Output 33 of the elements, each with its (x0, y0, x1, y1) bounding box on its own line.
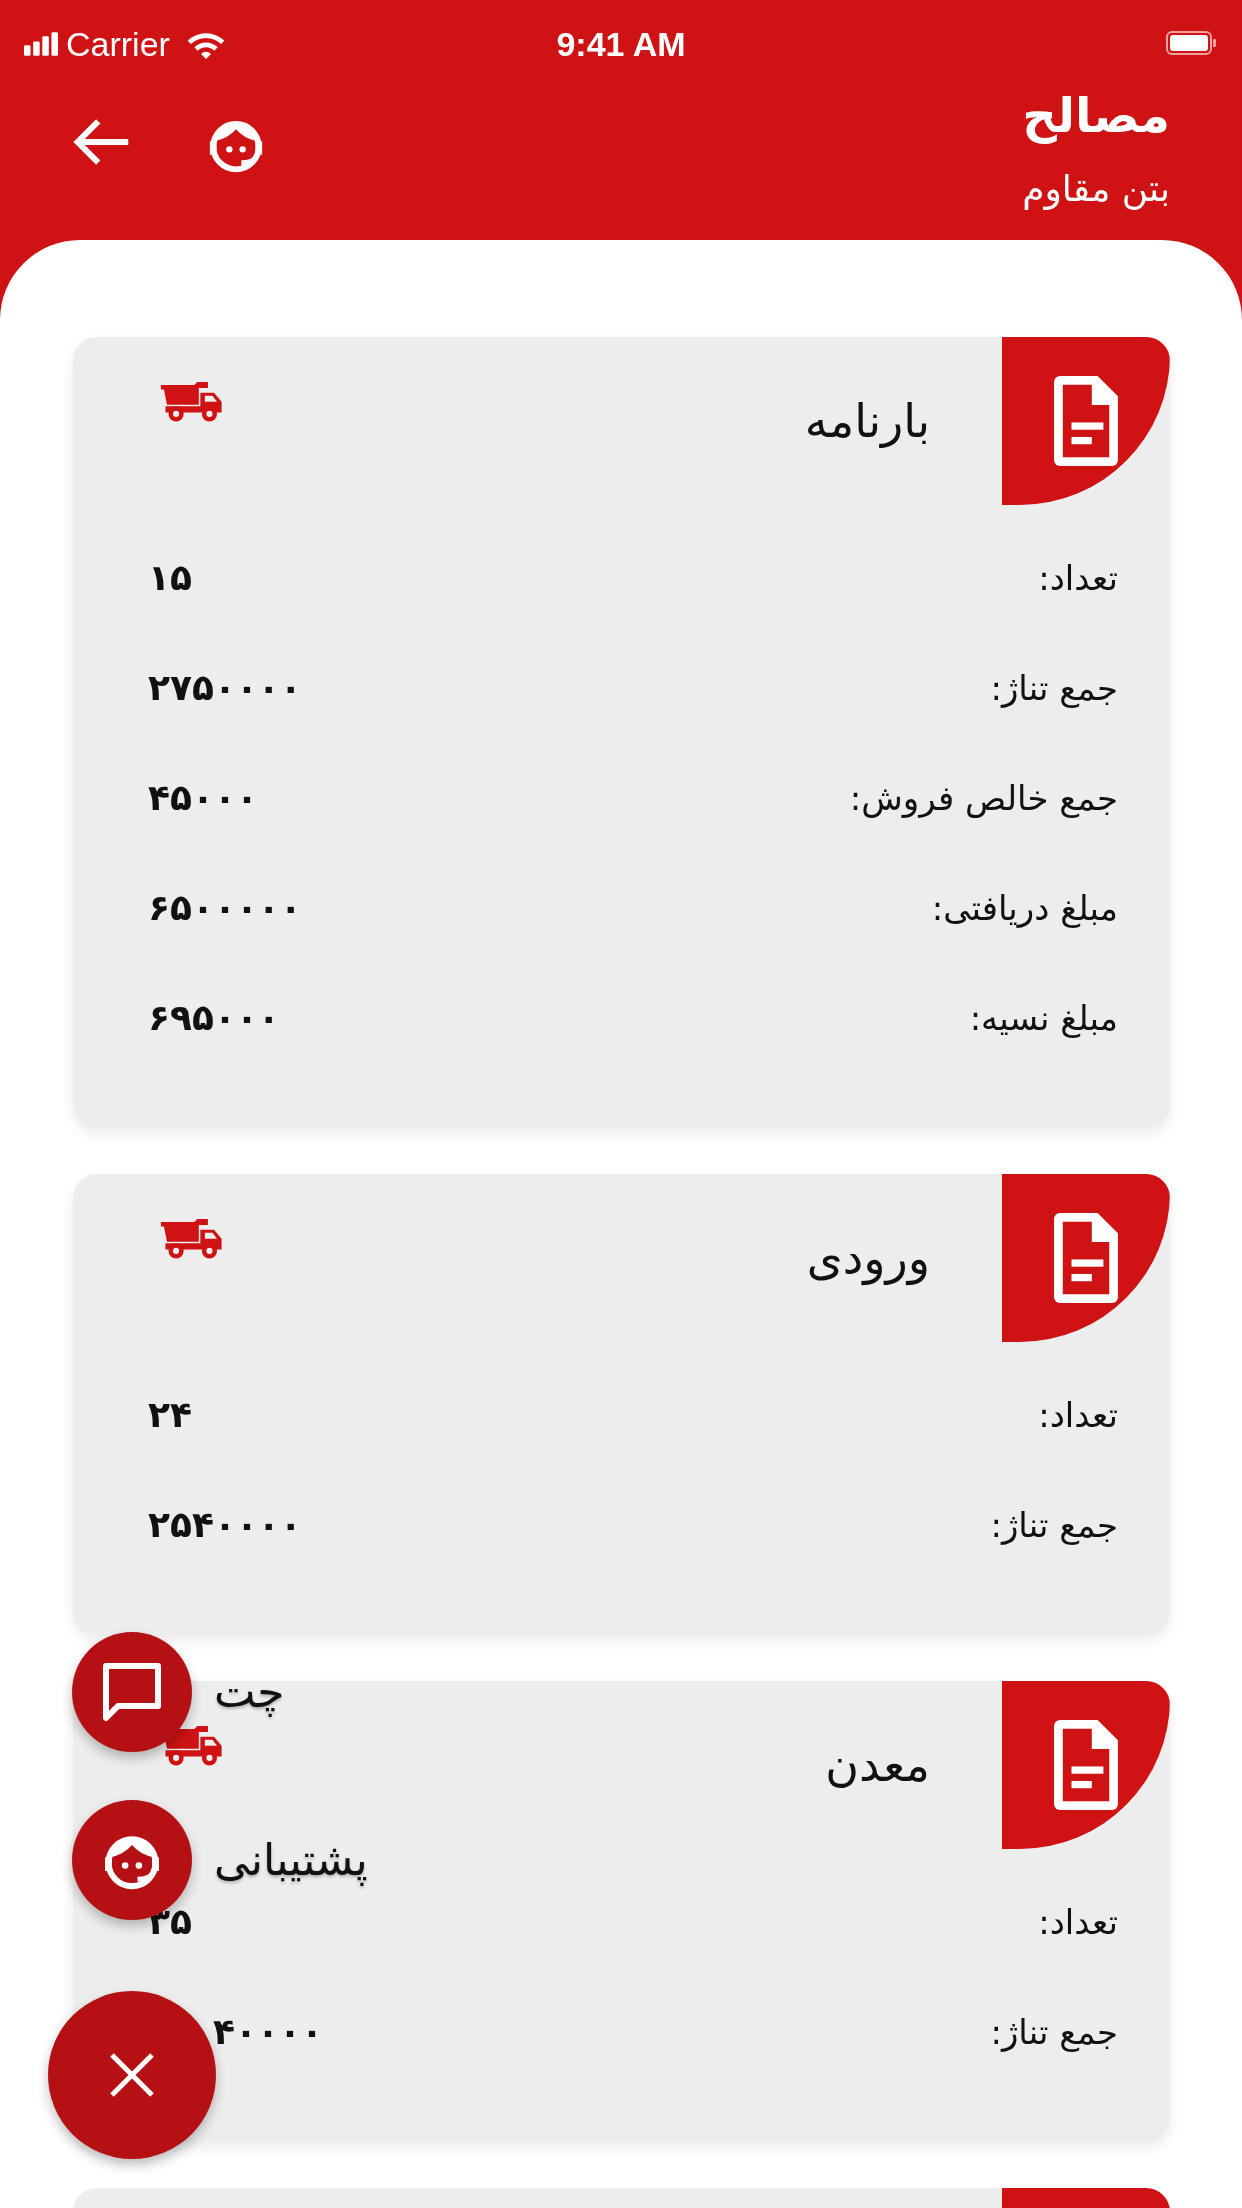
page-subtitle: بتن مقاوم (1022, 167, 1170, 211)
card-title: بارنامه (804, 392, 930, 450)
page-title: مصالح (1022, 88, 1170, 144)
fab-label: چت (214, 1665, 285, 1719)
card-title: معدن (825, 1736, 930, 1794)
fab-label: پشتیبانی (214, 1833, 368, 1888)
field-label: جمع تناژ: (990, 666, 1118, 710)
field-label: تعداد: (1038, 556, 1118, 600)
field-value: ۲۷۵۰۰۰۰ (148, 666, 302, 710)
field-value: ۶۵۰۰۰۰۰ (148, 886, 302, 930)
field-label: جمع خالص فروش: (849, 776, 1118, 820)
field-value: ۴۵۰۰۰ (148, 776, 258, 820)
signal-icon (24, 32, 58, 56)
field-value: ۶۹۵۰۰۰ (148, 996, 280, 1040)
field-label: جمع تناژ: (990, 2010, 1118, 2054)
field-label: تعداد: (1038, 1393, 1118, 1437)
document-icon (1053, 1213, 1119, 1303)
field-label: مبلغ دریافتی: (931, 886, 1118, 930)
field-label: تعداد: (1038, 1900, 1118, 1944)
field-label: جمع تناژ: (990, 1503, 1118, 1547)
field-value: ۲۴ (148, 1393, 192, 1437)
document-icon (1053, 1720, 1119, 1810)
field-value: ۴۰۰۰۰ (213, 2010, 323, 2054)
clock-time: 9:41 AM (556, 23, 686, 65)
document-icon (1053, 376, 1119, 466)
field-label: مبلغ نسیه: (969, 996, 1118, 1040)
carrier-name: Carrier (66, 23, 170, 65)
field-value: ۲۵۴۰۰۰۰ (148, 1503, 302, 1547)
card-title: ورودی (806, 1229, 930, 1288)
chat-icon (100, 1660, 164, 1724)
battery-icon (1166, 31, 1218, 57)
close-icon (110, 2053, 154, 2097)
field-value: ۱۵ (148, 556, 192, 600)
